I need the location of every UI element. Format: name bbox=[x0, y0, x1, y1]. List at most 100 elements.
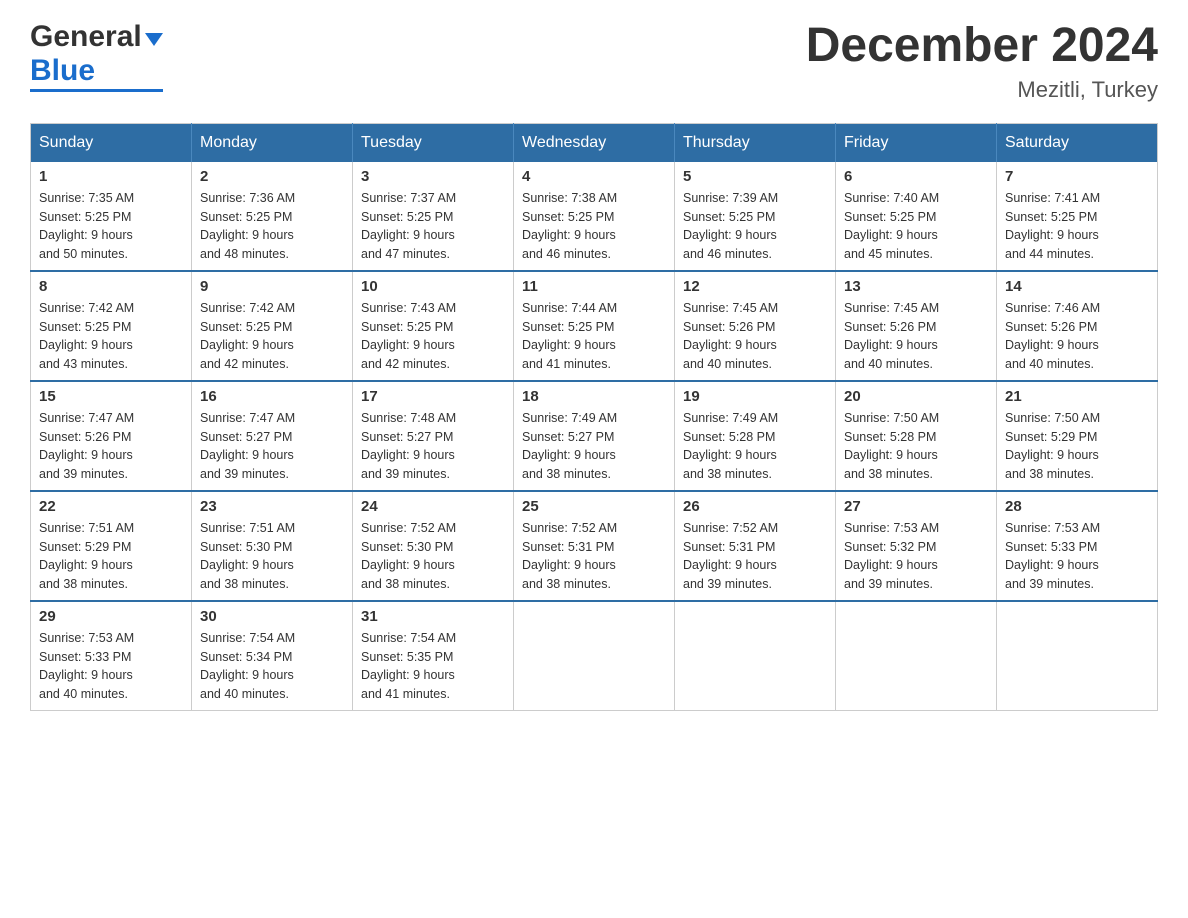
calendar-empty-cell bbox=[514, 601, 675, 711]
day-info: Sunrise: 7:54 AM Sunset: 5:35 PM Dayligh… bbox=[361, 629, 505, 704]
day-number: 17 bbox=[361, 388, 505, 405]
calendar-day-cell: 20 Sunrise: 7:50 AM Sunset: 5:28 PM Dayl… bbox=[836, 381, 997, 491]
day-info: Sunrise: 7:36 AM Sunset: 5:25 PM Dayligh… bbox=[200, 189, 344, 264]
day-number: 9 bbox=[200, 278, 344, 295]
day-number: 24 bbox=[361, 498, 505, 515]
day-number: 2 bbox=[200, 168, 344, 185]
calendar-day-cell: 23 Sunrise: 7:51 AM Sunset: 5:30 PM Dayl… bbox=[192, 491, 353, 601]
calendar-day-cell: 5 Sunrise: 7:39 AM Sunset: 5:25 PM Dayli… bbox=[675, 162, 836, 271]
day-info: Sunrise: 7:48 AM Sunset: 5:27 PM Dayligh… bbox=[361, 409, 505, 484]
day-info: Sunrise: 7:42 AM Sunset: 5:25 PM Dayligh… bbox=[200, 299, 344, 374]
calendar-day-cell: 1 Sunrise: 7:35 AM Sunset: 5:25 PM Dayli… bbox=[31, 162, 192, 271]
calendar-day-cell: 31 Sunrise: 7:54 AM Sunset: 5:35 PM Dayl… bbox=[353, 601, 514, 711]
logo-triangle-icon bbox=[145, 33, 163, 46]
day-info: Sunrise: 7:51 AM Sunset: 5:30 PM Dayligh… bbox=[200, 519, 344, 594]
calendar-day-cell: 25 Sunrise: 7:52 AM Sunset: 5:31 PM Dayl… bbox=[514, 491, 675, 601]
calendar-day-cell: 12 Sunrise: 7:45 AM Sunset: 5:26 PM Dayl… bbox=[675, 271, 836, 381]
calendar-empty-cell bbox=[997, 601, 1158, 711]
day-of-week-header: Tuesday bbox=[353, 123, 514, 162]
day-info: Sunrise: 7:49 AM Sunset: 5:28 PM Dayligh… bbox=[683, 409, 827, 484]
day-number: 11 bbox=[522, 278, 666, 295]
calendar-day-cell: 14 Sunrise: 7:46 AM Sunset: 5:26 PM Dayl… bbox=[997, 271, 1158, 381]
day-info: Sunrise: 7:44 AM Sunset: 5:25 PM Dayligh… bbox=[522, 299, 666, 374]
day-number: 4 bbox=[522, 168, 666, 185]
calendar-empty-cell bbox=[675, 601, 836, 711]
location-text: Mezitli, Turkey bbox=[806, 77, 1158, 103]
day-of-week-header: Sunday bbox=[31, 123, 192, 162]
logo-underline bbox=[30, 89, 163, 92]
calendar-day-cell: 3 Sunrise: 7:37 AM Sunset: 5:25 PM Dayli… bbox=[353, 162, 514, 271]
day-number: 29 bbox=[39, 608, 183, 625]
day-info: Sunrise: 7:45 AM Sunset: 5:26 PM Dayligh… bbox=[844, 299, 988, 374]
day-info: Sunrise: 7:37 AM Sunset: 5:25 PM Dayligh… bbox=[361, 189, 505, 264]
page-header: General Blue December 2024 Mezitli, Turk… bbox=[30, 20, 1158, 103]
day-info: Sunrise: 7:46 AM Sunset: 5:26 PM Dayligh… bbox=[1005, 299, 1149, 374]
calendar-day-cell: 30 Sunrise: 7:54 AM Sunset: 5:34 PM Dayl… bbox=[192, 601, 353, 711]
day-number: 25 bbox=[522, 498, 666, 515]
day-number: 31 bbox=[361, 608, 505, 625]
calendar-day-cell: 2 Sunrise: 7:36 AM Sunset: 5:25 PM Dayli… bbox=[192, 162, 353, 271]
day-info: Sunrise: 7:47 AM Sunset: 5:27 PM Dayligh… bbox=[200, 409, 344, 484]
day-info: Sunrise: 7:47 AM Sunset: 5:26 PM Dayligh… bbox=[39, 409, 183, 484]
day-info: Sunrise: 7:52 AM Sunset: 5:31 PM Dayligh… bbox=[522, 519, 666, 594]
calendar-day-cell: 4 Sunrise: 7:38 AM Sunset: 5:25 PM Dayli… bbox=[514, 162, 675, 271]
day-info: Sunrise: 7:49 AM Sunset: 5:27 PM Dayligh… bbox=[522, 409, 666, 484]
day-info: Sunrise: 7:53 AM Sunset: 5:33 PM Dayligh… bbox=[1005, 519, 1149, 594]
calendar-day-cell: 15 Sunrise: 7:47 AM Sunset: 5:26 PM Dayl… bbox=[31, 381, 192, 491]
day-info: Sunrise: 7:45 AM Sunset: 5:26 PM Dayligh… bbox=[683, 299, 827, 374]
day-number: 1 bbox=[39, 168, 183, 185]
calendar-day-cell: 27 Sunrise: 7:53 AM Sunset: 5:32 PM Dayl… bbox=[836, 491, 997, 601]
day-info: Sunrise: 7:54 AM Sunset: 5:34 PM Dayligh… bbox=[200, 629, 344, 704]
day-info: Sunrise: 7:42 AM Sunset: 5:25 PM Dayligh… bbox=[39, 299, 183, 374]
calendar-day-cell: 22 Sunrise: 7:51 AM Sunset: 5:29 PM Dayl… bbox=[31, 491, 192, 601]
month-title: December 2024 bbox=[806, 20, 1158, 73]
day-number: 15 bbox=[39, 388, 183, 405]
day-number: 3 bbox=[361, 168, 505, 185]
day-of-week-header: Friday bbox=[836, 123, 997, 162]
day-info: Sunrise: 7:52 AM Sunset: 5:30 PM Dayligh… bbox=[361, 519, 505, 594]
day-number: 20 bbox=[844, 388, 988, 405]
calendar-week-row: 22 Sunrise: 7:51 AM Sunset: 5:29 PM Dayl… bbox=[31, 491, 1158, 601]
day-number: 7 bbox=[1005, 168, 1149, 185]
day-number: 22 bbox=[39, 498, 183, 515]
calendar-day-cell: 10 Sunrise: 7:43 AM Sunset: 5:25 PM Dayl… bbox=[353, 271, 514, 381]
day-of-week-header: Saturday bbox=[997, 123, 1158, 162]
day-info: Sunrise: 7:43 AM Sunset: 5:25 PM Dayligh… bbox=[361, 299, 505, 374]
day-number: 21 bbox=[1005, 388, 1149, 405]
day-info: Sunrise: 7:38 AM Sunset: 5:25 PM Dayligh… bbox=[522, 189, 666, 264]
day-info: Sunrise: 7:52 AM Sunset: 5:31 PM Dayligh… bbox=[683, 519, 827, 594]
calendar-day-cell: 8 Sunrise: 7:42 AM Sunset: 5:25 PM Dayli… bbox=[31, 271, 192, 381]
day-number: 30 bbox=[200, 608, 344, 625]
day-info: Sunrise: 7:53 AM Sunset: 5:32 PM Dayligh… bbox=[844, 519, 988, 594]
calendar-day-cell: 26 Sunrise: 7:52 AM Sunset: 5:31 PM Dayl… bbox=[675, 491, 836, 601]
calendar-empty-cell bbox=[836, 601, 997, 711]
day-number: 14 bbox=[1005, 278, 1149, 295]
day-info: Sunrise: 7:41 AM Sunset: 5:25 PM Dayligh… bbox=[1005, 189, 1149, 264]
calendar-day-cell: 29 Sunrise: 7:53 AM Sunset: 5:33 PM Dayl… bbox=[31, 601, 192, 711]
calendar-day-cell: 7 Sunrise: 7:41 AM Sunset: 5:25 PM Dayli… bbox=[997, 162, 1158, 271]
day-of-week-header: Monday bbox=[192, 123, 353, 162]
day-number: 26 bbox=[683, 498, 827, 515]
calendar-day-cell: 21 Sunrise: 7:50 AM Sunset: 5:29 PM Dayl… bbox=[997, 381, 1158, 491]
calendar-day-cell: 28 Sunrise: 7:53 AM Sunset: 5:33 PM Dayl… bbox=[997, 491, 1158, 601]
day-number: 27 bbox=[844, 498, 988, 515]
day-number: 8 bbox=[39, 278, 183, 295]
day-number: 13 bbox=[844, 278, 988, 295]
day-info: Sunrise: 7:35 AM Sunset: 5:25 PM Dayligh… bbox=[39, 189, 183, 264]
day-info: Sunrise: 7:50 AM Sunset: 5:28 PM Dayligh… bbox=[844, 409, 988, 484]
calendar-day-cell: 6 Sunrise: 7:40 AM Sunset: 5:25 PM Dayli… bbox=[836, 162, 997, 271]
day-number: 18 bbox=[522, 388, 666, 405]
calendar-table: SundayMondayTuesdayWednesdayThursdayFrid… bbox=[30, 123, 1158, 711]
day-info: Sunrise: 7:50 AM Sunset: 5:29 PM Dayligh… bbox=[1005, 409, 1149, 484]
calendar-week-row: 15 Sunrise: 7:47 AM Sunset: 5:26 PM Dayl… bbox=[31, 381, 1158, 491]
day-number: 10 bbox=[361, 278, 505, 295]
day-number: 23 bbox=[200, 498, 344, 515]
day-of-week-header: Wednesday bbox=[514, 123, 675, 162]
day-number: 28 bbox=[1005, 498, 1149, 515]
calendar-header-row: SundayMondayTuesdayWednesdayThursdayFrid… bbox=[31, 123, 1158, 162]
logo-blue-text: Blue bbox=[30, 54, 95, 87]
day-info: Sunrise: 7:39 AM Sunset: 5:25 PM Dayligh… bbox=[683, 189, 827, 264]
day-number: 6 bbox=[844, 168, 988, 185]
calendar-day-cell: 18 Sunrise: 7:49 AM Sunset: 5:27 PM Dayl… bbox=[514, 381, 675, 491]
day-of-week-header: Thursday bbox=[675, 123, 836, 162]
